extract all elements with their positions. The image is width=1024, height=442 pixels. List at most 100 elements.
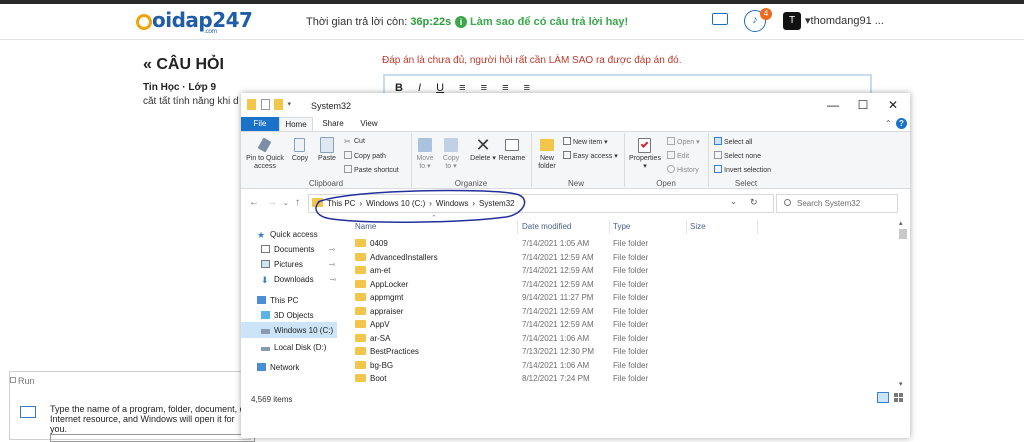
chat-icon[interactable]: [712, 13, 728, 25]
new-item-button[interactable]: New item ▾: [563, 137, 608, 146]
table-row[interactable]: appmgmt 9/14/2021 11:27 PM File folder: [349, 291, 895, 304]
username-menu[interactable]: ▾thomdang91 ...: [805, 14, 884, 27]
new-folder-button[interactable]: New folder: [534, 135, 560, 171]
run-dialog-title: Run: [18, 376, 35, 386]
table-row[interactable]: 0409 7/14/2021 1:05 AM File folder: [349, 237, 895, 250]
forward-arrow-icon[interactable]: →: [267, 197, 277, 208]
column-separator[interactable]: [517, 220, 518, 234]
chevron-down-icon[interactable]: ⌄: [730, 197, 737, 206]
tab-share[interactable]: Share: [317, 117, 349, 131]
table-row[interactable]: am-et 7/14/2021 12:59 AM File folder: [349, 264, 895, 277]
run-open-input[interactable]: [50, 434, 255, 442]
column-header-size[interactable]: Size: [690, 222, 706, 231]
table-row[interactable]: bg-BG 7/14/2021 1:06 AM File folder: [349, 359, 895, 372]
table-row[interactable]: ar-SA 7/14/2021 1:06 AM File folder: [349, 332, 895, 345]
open-button[interactable]: Open ▾: [667, 137, 700, 146]
delete-button[interactable]: ✕ Delete ▾: [469, 135, 497, 163]
select-all-button[interactable]: Select all: [714, 137, 752, 146]
nav-3d-objects[interactable]: 3D Objects: [261, 311, 314, 320]
open-icon: [667, 137, 675, 145]
table-row[interactable]: Boot 8/12/2021 7:24 PM File folder: [349, 372, 895, 385]
file-date: 7/14/2021 12:59 AM: [522, 279, 594, 289]
file-date: 7/14/2021 12:59 AM: [522, 266, 594, 275]
properties-button[interactable]: Properties ▾: [627, 135, 663, 171]
nav-documents[interactable]: Documents ⊸: [261, 245, 335, 254]
search-icon: [784, 199, 791, 206]
close-button[interactable]: ✕: [878, 97, 908, 113]
copy-icon: [294, 138, 305, 152]
folder-icon: [355, 306, 366, 315]
folder-icon: [355, 279, 366, 288]
select-none-button[interactable]: Select none: [714, 151, 761, 160]
recent-locations-icon[interactable]: ⌄: [283, 199, 289, 207]
column-header-name[interactable]: Name: [355, 222, 376, 231]
properties-icon[interactable]: [260, 99, 270, 111]
table-row[interactable]: AppLocker 7/14/2021 12:59 AM File folder: [349, 278, 895, 291]
file-name: bg-BG: [355, 360, 393, 370]
maximize-button[interactable]: ☐: [848, 97, 878, 113]
minimize-button[interactable]: —: [818, 97, 848, 113]
paste-button[interactable]: Paste: [315, 135, 339, 163]
large-icons-view-icon[interactable]: [893, 392, 904, 403]
nav-pictures[interactable]: Pictures ⊸: [261, 260, 336, 269]
tab-file[interactable]: File: [241, 117, 279, 131]
file-date: 7/14/2021 12:59 AM: [522, 252, 594, 262]
history-button[interactable]: History: [667, 165, 699, 174]
nav-local-disk-d[interactable]: Local Disk (D:): [261, 343, 326, 352]
back-arrow-icon[interactable]: ←: [249, 197, 259, 208]
new-folder-icon[interactable]: [274, 99, 284, 111]
nav-downloads[interactable]: ⬇ Downloads ⊸: [261, 275, 336, 285]
folder-icon: [355, 320, 366, 328]
site-logo[interactable]: oidap247 .com: [136, 8, 253, 35]
edit-button[interactable]: Edit: [667, 151, 689, 160]
easy-access-button[interactable]: Easy access ▾: [563, 151, 618, 160]
file-name: AppLocker: [355, 279, 408, 289]
nav-network[interactable]: Network: [257, 363, 299, 372]
paste-shortcut-button[interactable]: Paste shortcut: [344, 165, 399, 174]
table-row[interactable]: appraiser 7/14/2021 12:59 AM File folder: [349, 305, 895, 318]
refresh-icon[interactable]: ↻: [750, 197, 758, 208]
paste-icon: [320, 137, 334, 153]
nav-windows-drive[interactable]: Windows 10 (C:): [261, 326, 333, 335]
nav-quick-access[interactable]: ★ Quick access: [257, 230, 318, 240]
details-view-icon[interactable]: [877, 392, 889, 403]
up-arrow-icon[interactable]: ↑: [295, 197, 300, 208]
column-separator[interactable]: [686, 220, 687, 234]
question-text: cắt tất tính năng khi d: [143, 96, 239, 107]
column-header-type[interactable]: Type: [613, 222, 630, 231]
tab-home[interactable]: Home: [279, 117, 313, 131]
chevron-down-icon[interactable]: ▾: [288, 99, 294, 110]
pin-icon: [257, 137, 272, 153]
scroll-down-icon[interactable]: ▾: [899, 380, 903, 388]
tab-view[interactable]: View: [353, 117, 385, 131]
avatar[interactable]: T: [783, 12, 801, 30]
folder-icon: [355, 333, 366, 342]
pin-quick-access-button[interactable]: Pin to Quick access: [244, 135, 286, 171]
table-row[interactable]: AppV 7/14/2021 12:59 AM File folder: [349, 318, 895, 331]
copy-button[interactable]: Copy: [289, 135, 311, 163]
nav-this-pc[interactable]: This PC: [257, 296, 298, 305]
table-row[interactable]: BestPractices 7/13/2021 12:30 PM File fold…: [349, 345, 895, 358]
file-name: AppV: [355, 320, 390, 329]
table-row[interactable]: AdvancedInstallers 7/14/2021 12:59 AM File…: [349, 251, 895, 264]
scroll-up-icon[interactable]: ▴: [899, 219, 903, 227]
copy-path-button[interactable]: Copy path: [344, 151, 386, 160]
answer-tip-link[interactable]: i Làm sao để có câu trả lời hay!: [455, 16, 628, 28]
copy-to-button[interactable]: Copy to ▾: [440, 135, 462, 171]
cut-button[interactable]: ✂ Cut: [344, 137, 365, 146]
window-title: System32: [311, 101, 352, 111]
move-to-button[interactable]: Move to ▾: [414, 135, 436, 171]
chevron-up-icon[interactable]: ⌃: [885, 119, 892, 128]
ribbon-separator: [624, 133, 625, 187]
column-separator[interactable]: [609, 220, 610, 234]
help-icon[interactable]: ?: [896, 118, 907, 129]
invert-selection-button[interactable]: Invert selection: [714, 165, 771, 174]
column-header-date[interactable]: Date modified: [522, 222, 571, 231]
column-separator[interactable]: [757, 220, 758, 234]
rename-button[interactable]: Rename: [497, 135, 527, 163]
vertical-scrollbar[interactable]: [897, 220, 909, 390]
folder-icon: [355, 360, 366, 369]
scroll-thumb[interactable]: [899, 229, 907, 239]
pin-icon: ⊸: [328, 245, 336, 254]
run-icon: [20, 406, 36, 418]
